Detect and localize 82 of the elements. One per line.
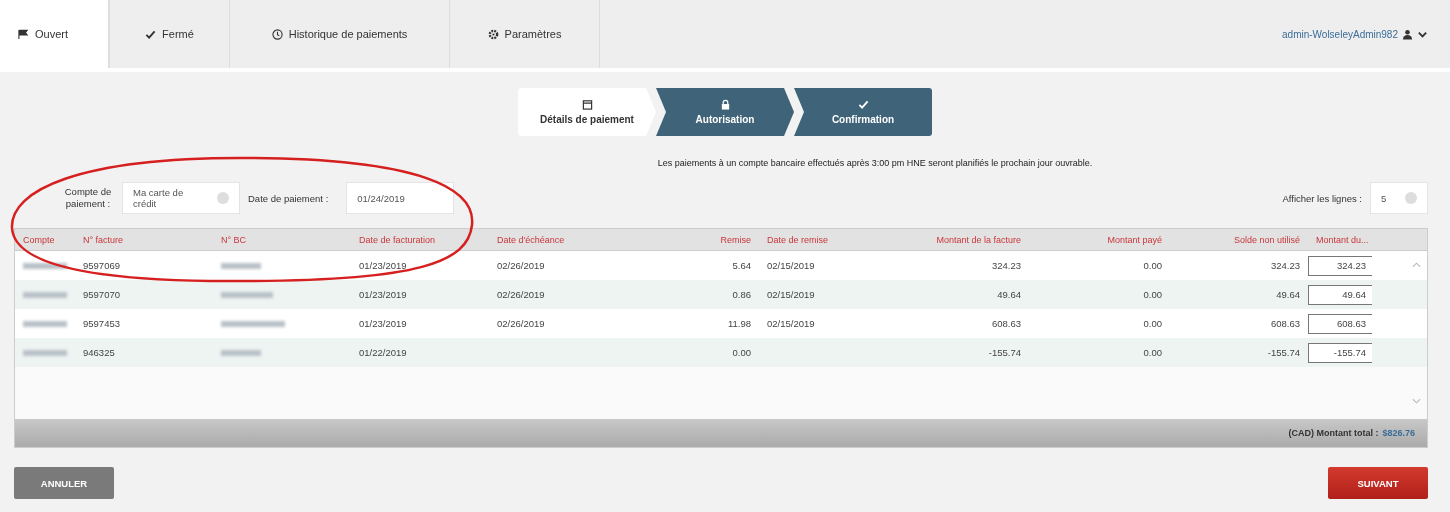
column-header[interactable]: Montant de la facture	[889, 234, 1029, 245]
rows-select[interactable]: 5	[1370, 182, 1428, 214]
redacted-text	[221, 320, 285, 327]
wizard-step: Confirmation	[794, 88, 932, 136]
table-cell-text: 0.00	[1142, 260, 1163, 271]
amount-input[interactable]: -155.74	[1308, 342, 1372, 363]
scroll-down-icon[interactable]	[1412, 398, 1421, 405]
table-cell-text: 9597453	[82, 318, 121, 329]
tab[interactable]: Fermé	[110, 0, 230, 68]
table-cell-text: -155.74	[987, 347, 1022, 358]
column-header[interactable]: Solde non utilisé	[1170, 234, 1308, 245]
table-cell-text: 49.64	[1275, 289, 1301, 300]
scroll-up-icon[interactable]	[1412, 261, 1421, 268]
lock-icon	[719, 99, 731, 110]
amount-input[interactable]: 324.23	[1308, 255, 1372, 276]
table-cell: 02/15/2019	[767, 289, 815, 300]
table-cell-text: 0.86	[731, 289, 752, 300]
calendar-icon	[581, 99, 593, 110]
redacted-text	[221, 262, 261, 269]
column-header[interactable]: Date de remise	[759, 234, 889, 245]
next-button[interactable]: SUIVANT	[1328, 467, 1428, 499]
table-cell-text: 0.00	[731, 347, 752, 358]
table-cell-text: 608.63	[1269, 318, 1301, 329]
table-cell: 02/15/2019	[767, 260, 815, 271]
table-cell-text: 01/22/2019	[358, 347, 408, 358]
total-amount: $826.76	[1382, 428, 1415, 438]
table-cell-text: 9597069	[82, 260, 121, 271]
cancel-button[interactable]: ANNULER	[14, 467, 114, 499]
wizard-step: Autorisation	[656, 88, 794, 136]
clock-icon	[271, 28, 283, 40]
table-cell-text: 324.23	[990, 260, 1022, 271]
column-header[interactable]: Compte	[15, 234, 75, 245]
redacted-text	[23, 291, 67, 298]
column-header[interactable]: Remise	[659, 234, 759, 245]
wizard-step: Détails de paiement	[518, 88, 656, 136]
column-header[interactable]: Montant payé	[1029, 234, 1170, 245]
tab[interactable]: Historique de paiements	[230, 0, 450, 68]
table-cell-text: 01/23/2019	[358, 318, 408, 329]
table-cell: 02/26/2019	[497, 260, 545, 271]
column-header[interactable]: N° facture	[75, 234, 213, 245]
flag-icon	[18, 28, 29, 40]
column-header[interactable]: Date d'échéance	[489, 234, 659, 245]
redacted-text	[221, 291, 273, 298]
table-cell-text: 49.64	[996, 289, 1022, 300]
table-cell: 02/15/2019	[767, 318, 815, 329]
table-cell: 02/26/2019	[497, 318, 545, 329]
tab[interactable]: Paramètres	[450, 0, 600, 68]
gear-icon	[487, 28, 499, 40]
table-cell-text: 01/23/2019	[358, 260, 408, 271]
column-header[interactable]: Date de facturation	[351, 234, 489, 245]
rows-label: Afficher les lignes :	[1282, 192, 1362, 204]
check-icon	[145, 28, 157, 40]
table-cell-text: 946325	[82, 347, 116, 358]
table-cell-text: 5.64	[731, 260, 752, 271]
table-cell-text: 9597070	[82, 289, 121, 300]
table-cell-text: 11.98	[726, 318, 752, 329]
table-cell-text: 0.00	[1142, 289, 1163, 300]
user-link[interactable]: admin-WolseleyAdmin982	[1282, 28, 1398, 40]
total-label: (CAD) Montant total :	[1288, 428, 1379, 438]
amount-input[interactable]: 49.64	[1308, 284, 1372, 305]
table-cell-text: 0.00	[1142, 318, 1163, 329]
account-select[interactable]: Ma carte de crédit	[122, 182, 240, 214]
redacted-text	[221, 349, 261, 356]
account-label: Compte de paiement :	[63, 185, 113, 211]
tab[interactable]: Ouvert	[0, 0, 110, 68]
column-header[interactable]: Montant du...	[1308, 234, 1384, 245]
redacted-text	[23, 262, 67, 269]
table-cell-text: 608.63	[990, 318, 1022, 329]
table-cell: 02/26/2019	[497, 289, 545, 300]
table-cell-text: 324.23	[1269, 260, 1301, 271]
check-icon	[857, 99, 869, 110]
notice-text: Les paiements à un compte bancaire effectués après 3:00 pm HNE seront planifiés le prochain jour ouvrable.	[656, 158, 1094, 168]
date-field[interactable]: 01/24/2019	[346, 182, 455, 214]
amount-input[interactable]: 608.63	[1308, 313, 1372, 334]
column-header[interactable]: N° BC	[213, 234, 351, 245]
user-icon	[1402, 28, 1413, 40]
table-cell-text: 0.00	[1142, 347, 1163, 358]
redacted-text	[23, 320, 67, 327]
date-label: Date de paiement :	[248, 192, 329, 204]
redacted-text	[23, 349, 67, 356]
table-cell-text: -155.74	[1266, 347, 1301, 358]
table-cell-text: 01/23/2019	[358, 289, 408, 300]
